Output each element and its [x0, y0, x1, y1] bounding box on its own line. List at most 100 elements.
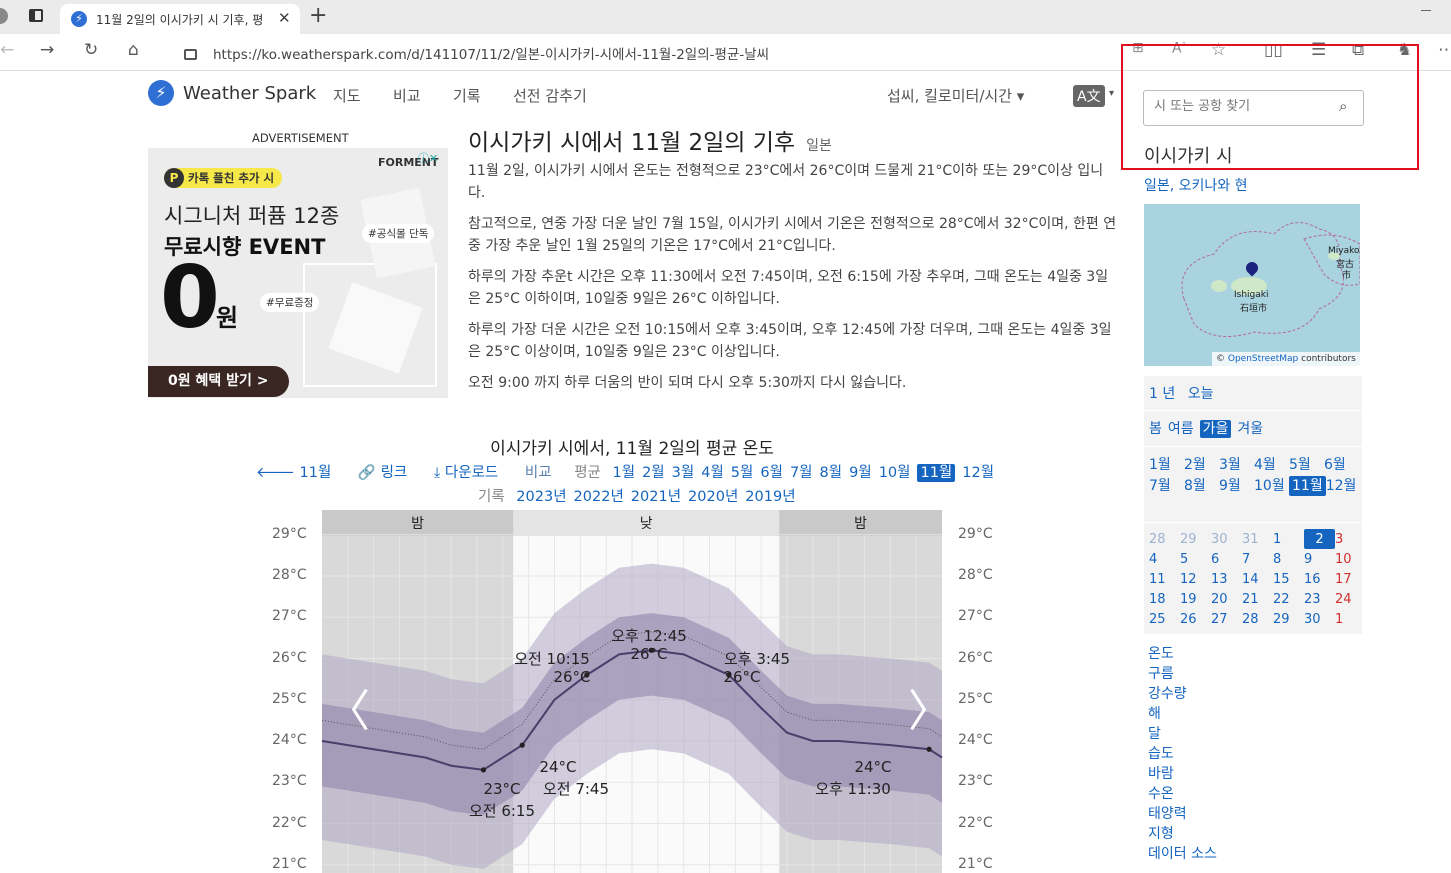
calendar-day[interactable]: 25 [1149, 609, 1180, 629]
search-icon[interactable]: ⌕ [1339, 97, 1347, 115]
calendar-day[interactable]: 29 [1180, 529, 1211, 549]
nav-map[interactable]: 지도 [333, 85, 361, 106]
calendar-day[interactable]: 28 [1149, 529, 1180, 549]
calendar-day[interactable]: 16 [1304, 569, 1335, 589]
month-link-3[interactable]: 3월 [672, 465, 695, 481]
active-tab[interactable]: ⚡ 11월 2일의 이시가키 시 기후, 평 ✕ [60, 4, 300, 34]
season-link-0[interactable]: 봄 [1149, 421, 1162, 437]
units-dropdown[interactable]: 섭씨, 킬로미터/시간 ▾ [887, 85, 1024, 106]
back-month-link[interactable]: 🡐 11월 [256, 465, 331, 481]
location-map[interactable]: Ishigaki 石垣市 Miyako 宮古 市 © OpenStreetMap… [1144, 204, 1360, 366]
year-link-2022[interactable]: 2022년 [574, 489, 624, 505]
sidebar-month-2[interactable]: 2월 [1184, 455, 1219, 475]
sidebar-month-1[interactable]: 1월 [1149, 455, 1184, 475]
calendar-day[interactable]: 2 [1304, 529, 1335, 549]
calendar-day[interactable]: 17 [1335, 569, 1366, 589]
today-link[interactable]: 오늘 [1188, 386, 1214, 402]
calendar-day[interactable]: 30 [1304, 609, 1335, 629]
chevron-left-icon[interactable]: 〈 [326, 690, 370, 734]
calendar-day[interactable]: 12 [1180, 569, 1211, 589]
calendar-day[interactable]: 1 [1335, 609, 1366, 629]
country-link[interactable]: 일본 [806, 138, 832, 154]
sidebar-link-7[interactable]: 수온 [1148, 784, 1217, 804]
sidebar-link-3[interactable]: 해 [1148, 704, 1217, 724]
year-link[interactable]: 1 년 [1149, 386, 1175, 402]
sidebar-month-7[interactable]: 7월 [1149, 476, 1184, 496]
more-menu-icon[interactable]: ⋯ [1438, 40, 1451, 60]
calendar-day[interactable]: 18 [1149, 589, 1180, 609]
month-link-11[interactable]: 11월 [917, 464, 956, 482]
calendar-day[interactable]: 10 [1335, 549, 1366, 569]
calendar-day[interactable]: 29 [1273, 609, 1304, 629]
calendar-day[interactable]: 9 [1304, 549, 1335, 569]
region-link[interactable]: 일본, 오키나와 현 [1144, 175, 1248, 195]
calendar-day[interactable]: 7 [1242, 549, 1273, 569]
nav-history[interactable]: 기록 [453, 85, 481, 106]
month-link-2[interactable]: 2월 [642, 465, 665, 481]
sidebar-link-6[interactable]: 바람 [1148, 764, 1217, 784]
ad-info-icon[interactable]: ⓘ✕ [418, 150, 438, 166]
month-link-8[interactable]: 8월 [820, 465, 843, 481]
refresh-icon[interactable]: ↻ [84, 40, 98, 60]
calendar-day[interactable]: 6 [1211, 549, 1242, 569]
lock-icon[interactable] [184, 49, 197, 60]
download-link[interactable]: ⤓ 다운로드 [434, 465, 498, 481]
sidebar-month-11[interactable]: 11월 [1289, 476, 1326, 496]
nav-compare[interactable]: 비교 [393, 85, 421, 106]
calendar-day[interactable]: 3 [1335, 529, 1366, 549]
sidebar-link-2[interactable]: 강수량 [1148, 684, 1217, 704]
sidebar-month-12[interactable]: 12월 [1326, 476, 1361, 496]
sidebar-link-4[interactable]: 달 [1148, 724, 1217, 744]
year-link-2019[interactable]: 2019년 [745, 489, 795, 505]
month-link-6[interactable]: 6월 [760, 465, 783, 481]
calendar-day[interactable]: 31 [1242, 529, 1273, 549]
sidebar-link-1[interactable]: 구름 [1148, 664, 1217, 684]
sidebar-month-6[interactable]: 6월 [1324, 455, 1359, 475]
calendar-day[interactable]: 23 [1304, 589, 1335, 609]
profile-avatar[interactable] [0, 8, 8, 24]
month-link-5[interactable]: 5월 [731, 465, 754, 481]
sidebar-link-0[interactable]: 온도 [1148, 644, 1217, 664]
calendar-day[interactable]: 8 [1273, 549, 1304, 569]
year-link-2023[interactable]: 2023년 [516, 489, 566, 505]
url-text[interactable]: https://ko.weatherspark.com/d/141107/11/… [213, 43, 769, 63]
month-link-4[interactable]: 4월 [701, 465, 724, 481]
ad-cta-button[interactable]: 0원 혜택 받기 > [148, 366, 289, 397]
calendar-day[interactable]: 24 [1335, 589, 1366, 609]
compare-link[interactable]: 비교 [525, 465, 552, 481]
nav-hide-ads[interactable]: 선전 감추기 [513, 85, 587, 106]
month-link-1[interactable]: 1월 [612, 465, 635, 481]
calendar-day[interactable]: 4 [1149, 549, 1180, 569]
tab-actions-icon[interactable] [29, 9, 43, 22]
search-box[interactable]: ⌕ [1143, 90, 1364, 126]
sidebar-link-5[interactable]: 습도 [1148, 744, 1217, 764]
year-link-2020[interactable]: 2020년 [688, 489, 738, 505]
sidebar-month-9[interactable]: 9월 [1219, 476, 1254, 496]
sidebar-month-8[interactable]: 8월 [1184, 476, 1219, 496]
year-link-2021[interactable]: 2021년 [631, 489, 681, 505]
calendar-day[interactable]: 13 [1211, 569, 1242, 589]
sidebar-month-3[interactable]: 3월 [1219, 455, 1254, 475]
season-link-2[interactable]: 가을 [1199, 420, 1232, 438]
sidebar-month-4[interactable]: 4월 [1254, 455, 1289, 475]
close-tab-icon[interactable]: ✕ [278, 9, 291, 27]
sidebar-link-9[interactable]: 지형 [1148, 824, 1217, 844]
minimize-icon[interactable] [1421, 10, 1431, 11]
season-link-1[interactable]: 여름 [1168, 421, 1194, 437]
season-link-3[interactable]: 겨울 [1237, 421, 1263, 437]
permalink-link[interactable]: 🔗 링크 [358, 465, 407, 481]
home-icon[interactable]: ⌂ [128, 40, 139, 60]
osm-link[interactable]: OpenStreetMap [1228, 354, 1298, 364]
calendar-day[interactable]: 5 [1180, 549, 1211, 569]
sidebar-link-8[interactable]: 태양력 [1148, 804, 1217, 824]
back-icon[interactable]: ← [0, 40, 14, 60]
calendar-day[interactable]: 20 [1211, 589, 1242, 609]
calendar-day[interactable]: 15 [1273, 569, 1304, 589]
calendar-day[interactable]: 30 [1211, 529, 1242, 549]
calendar-day[interactable]: 22 [1273, 589, 1304, 609]
month-link-7[interactable]: 7월 [790, 465, 813, 481]
sidebar-month-5[interactable]: 5월 [1289, 455, 1324, 475]
sidebar-month-10[interactable]: 10월 [1254, 476, 1289, 496]
calendar-day[interactable]: 27 [1211, 609, 1242, 629]
calendar-day[interactable]: 1 [1273, 529, 1304, 549]
